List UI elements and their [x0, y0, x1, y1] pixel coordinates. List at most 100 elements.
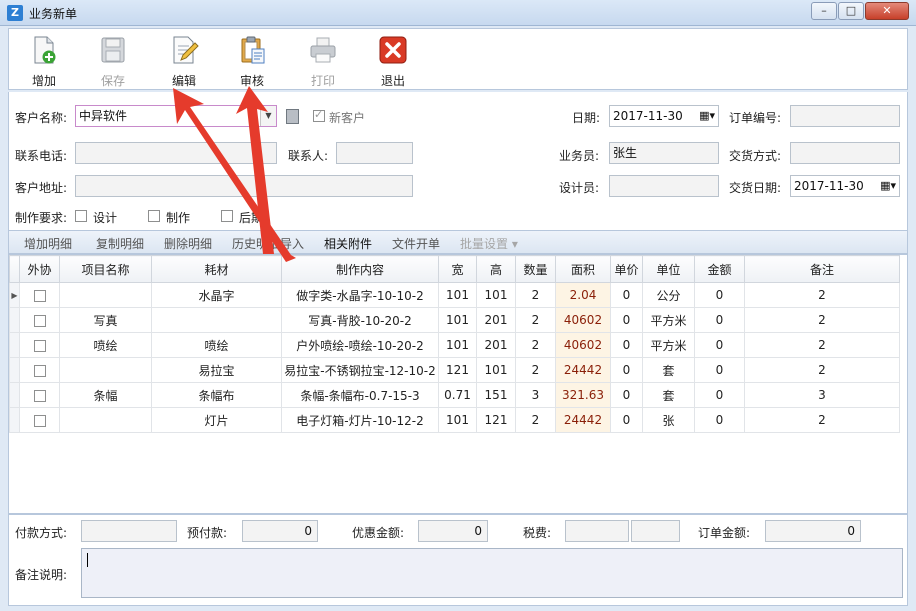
outsourced-checkbox[interactable]	[33, 314, 46, 327]
calendar-icon[interactable]: ▦▾	[699, 106, 715, 126]
col-header-quantity[interactable]: 数量	[515, 255, 556, 283]
outsourced-checkbox[interactable]	[33, 414, 46, 427]
width-cell[interactable]: 101	[438, 282, 477, 308]
batch-settings-button[interactable]: 批量设置 ▾	[460, 235, 518, 252]
price-cell[interactable]: 0	[610, 282, 643, 308]
item-cell[interactable]: 写真	[59, 307, 152, 333]
area-cell[interactable]: 2.04	[555, 282, 611, 308]
price-cell[interactable]: 0	[610, 357, 643, 383]
col-header-width[interactable]: 宽	[438, 255, 477, 283]
col-header-area[interactable]: 面积	[555, 255, 611, 283]
quantity-cell[interactable]: 3	[515, 382, 556, 408]
note-cell[interactable]: 2	[744, 407, 900, 433]
item-cell[interactable]	[59, 407, 152, 433]
width-cell[interactable]: 101	[438, 407, 477, 433]
area-cell[interactable]: 24442	[555, 357, 611, 383]
material-cell[interactable]: 易拉宝	[151, 357, 282, 383]
width-cell[interactable]: 101	[438, 332, 477, 358]
maximize-button[interactable]: □	[838, 2, 864, 20]
file-order-button[interactable]: 文件开单	[392, 235, 440, 252]
col-header-height[interactable]: 高	[476, 255, 516, 283]
minimize-button[interactable]: –	[811, 2, 837, 20]
area-cell[interactable]: 40602	[555, 332, 611, 358]
address-field[interactable]	[75, 175, 413, 197]
delivery-date-picker[interactable]: 2017-11-30 ▦▾	[790, 175, 900, 197]
note-cell[interactable]: 2	[744, 332, 900, 358]
note-cell[interactable]: 2	[744, 357, 900, 383]
height-cell[interactable]: 151	[476, 382, 516, 408]
outsourced-cell[interactable]	[19, 282, 60, 308]
width-cell[interactable]: 101	[438, 307, 477, 333]
col-header-note[interactable]: 备注	[744, 255, 900, 283]
table-row[interactable]: 灯片 电子灯箱-灯片-10-12-2 101 121 2 24442 0 张 0…	[9, 407, 900, 433]
date-picker[interactable]: 2017-11-30 ▦▾	[609, 105, 719, 127]
phone-field[interactable]	[75, 142, 277, 164]
item-cell[interactable]: 喷绘	[59, 332, 152, 358]
order-no-field[interactable]	[790, 105, 900, 127]
table-row[interactable]: 喷绘 喷绘 户外喷绘-喷绘-10-20-2 101 201 2 40602 0 …	[9, 332, 900, 358]
prepaid-field[interactable]: 0	[242, 520, 318, 542]
exit-button[interactable]: 退出	[365, 31, 421, 89]
unit-cell[interactable]: 平方米	[642, 307, 695, 333]
item-cell[interactable]	[59, 357, 152, 383]
note-cell[interactable]: 3	[744, 382, 900, 408]
content-cell[interactable]: 电子灯箱-灯片-10-12-2	[281, 407, 439, 433]
review-button[interactable]: 审核	[224, 31, 280, 89]
price-cell[interactable]: 0	[610, 407, 643, 433]
amount-cell[interactable]: 0	[694, 382, 745, 408]
item-cell[interactable]: 条幅	[59, 382, 152, 408]
outsourced-checkbox[interactable]	[33, 339, 46, 352]
add-button[interactable]: 增加	[16, 31, 72, 89]
quantity-cell[interactable]: 2	[515, 307, 556, 333]
delivery-method-field[interactable]	[790, 142, 900, 164]
amount-cell[interactable]: 0	[694, 282, 745, 308]
content-cell[interactable]: 条幅-条幅布-0.7-15-3	[281, 382, 439, 408]
import-history-button[interactable]: 历史明细导入	[232, 235, 304, 252]
content-cell[interactable]: 易拉宝-不锈钢拉宝-12-10-2	[281, 357, 439, 383]
req-post-checkbox[interactable]	[221, 210, 233, 222]
col-header-item[interactable]: 项目名称	[59, 255, 152, 283]
amount-cell[interactable]: 0	[694, 357, 745, 383]
payment-method-field[interactable]	[81, 520, 177, 542]
unit-cell[interactable]: 公分	[642, 282, 695, 308]
height-cell[interactable]: 121	[476, 407, 516, 433]
contact-field[interactable]	[336, 142, 413, 164]
height-cell[interactable]: 201	[476, 332, 516, 358]
content-cell[interactable]: 写真-背胶-10-20-2	[281, 307, 439, 333]
delete-detail-button[interactable]: 删除明细	[164, 235, 212, 252]
customer-name-select[interactable]: 中异软件 ▼	[75, 105, 277, 127]
req-design-checkbox[interactable]	[75, 210, 87, 222]
area-cell[interactable]: 40602	[555, 307, 611, 333]
price-cell[interactable]: 0	[610, 332, 643, 358]
order-amount-field[interactable]: 0	[765, 520, 861, 542]
price-cell[interactable]: 0	[610, 307, 643, 333]
amount-cell[interactable]: 0	[694, 407, 745, 433]
content-cell[interactable]: 做字类-水晶字-10-10-2	[281, 282, 439, 308]
save-button[interactable]: 保存	[85, 31, 141, 89]
quantity-cell[interactable]: 2	[515, 357, 556, 383]
customer-lookup-icon[interactable]	[286, 109, 299, 124]
material-cell[interactable]: 水晶字	[151, 282, 282, 308]
discount-field[interactable]: 0	[418, 520, 488, 542]
material-cell[interactable]: 灯片	[151, 407, 282, 433]
outsourced-checkbox[interactable]	[33, 289, 46, 302]
area-cell[interactable]: 321.63	[555, 382, 611, 408]
salesperson-field[interactable]: 张生	[609, 142, 719, 164]
col-header-price[interactable]: 单价	[610, 255, 643, 283]
area-cell[interactable]: 24442	[555, 407, 611, 433]
unit-cell[interactable]: 平方米	[642, 332, 695, 358]
price-cell[interactable]: 0	[610, 382, 643, 408]
material-cell[interactable]: 喷绘	[151, 332, 282, 358]
amount-cell[interactable]: 0	[694, 332, 745, 358]
quantity-cell[interactable]: 2	[515, 407, 556, 433]
material-cell[interactable]: 条幅布	[151, 382, 282, 408]
outsourced-cell[interactable]	[19, 407, 60, 433]
tax-rate-field[interactable]	[631, 520, 680, 542]
new-customer-checkbox[interactable]	[313, 108, 325, 122]
quantity-cell[interactable]: 2	[515, 332, 556, 358]
note-cell[interactable]: 2	[744, 307, 900, 333]
copy-detail-button[interactable]: 复制明细	[96, 235, 144, 252]
print-button[interactable]: 打印	[295, 31, 351, 89]
edit-button[interactable]: 编辑	[156, 31, 212, 89]
col-header-unit[interactable]: 单位	[642, 255, 695, 283]
